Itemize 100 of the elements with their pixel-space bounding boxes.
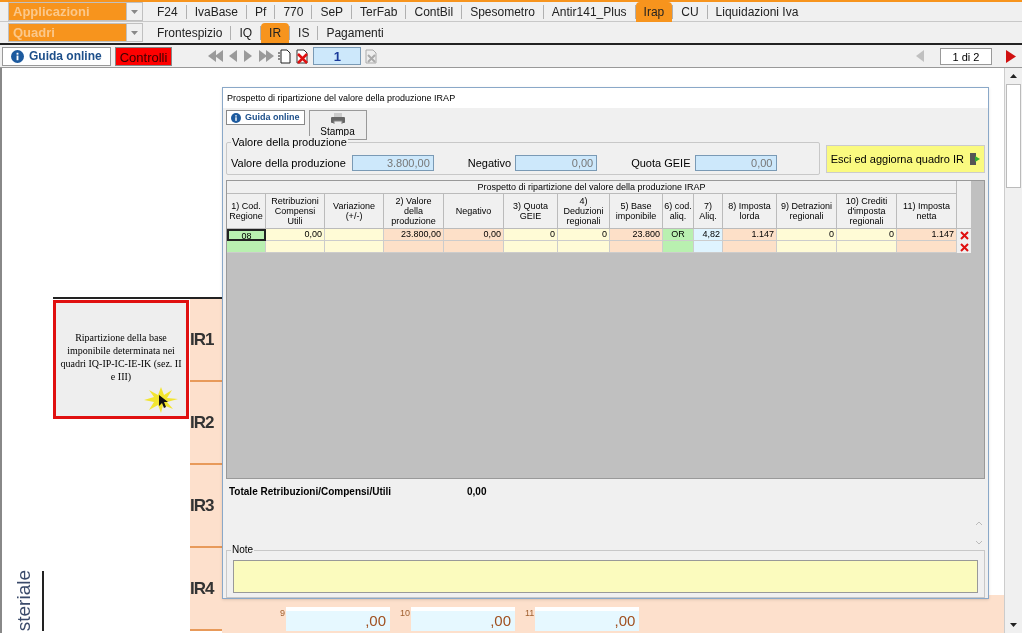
table-cell[interactable] [384,241,444,253]
delete-page-icon[interactable] [295,48,311,64]
column-header: 3) Quota GEIE [504,194,558,229]
help-button[interactable]: Guida online [2,46,111,66]
table-cell[interactable]: 0 [837,229,897,241]
tab[interactable]: 770 [275,1,312,22]
table-cell[interactable] [837,241,897,253]
table-cell[interactable]: 1.147 [897,229,957,241]
info-icon [11,49,24,63]
table-cell[interactable]: OR [663,229,694,241]
column-header: 5) Base imponibile [610,194,663,229]
value-field[interactable]: 0,00 [694,154,777,171]
amount-field[interactable]: ,00 [411,607,516,631]
table-cell[interactable]: 0 [504,229,558,241]
table-cell[interactable] [777,241,837,253]
column-header: 7) Aliq. [694,194,723,229]
tooltip: Ripartizione della base imponibile determinata nei quadri IQ-IP-IC-IE-IK (sez. II e III) [53,300,189,419]
scroll-thumb[interactable] [1006,84,1021,188]
delete-icon[interactable] [959,230,969,240]
table-cell[interactable]: 0,00 [444,229,504,241]
exit-icon [969,153,980,165]
tab[interactable]: ContBil [406,1,462,22]
table-cell[interactable]: 0,00 [266,229,325,241]
previous-icon[interactable] [227,49,240,63]
help-button[interactable]: Guida online [226,110,305,125]
tab[interactable]: SeP [312,1,352,22]
tab[interactable]: Pf [247,1,275,22]
table-cell[interactable]: 0 [777,229,837,241]
table-cell[interactable]: 0 [558,229,610,241]
field-number: 10 [400,607,411,620]
next-icon[interactable] [1004,48,1018,64]
tab[interactable]: Antir141_Plus [543,1,635,22]
table-cell[interactable] [723,241,777,253]
table-cell[interactable] [558,241,610,253]
amount-field[interactable]: ,00 [535,607,640,631]
table-cell[interactable] [266,241,325,253]
table-cell[interactable]: 23.800 [610,229,663,241]
controls-button[interactable]: Controlli [114,46,173,66]
column-header: 11) Imposta netta [897,194,957,229]
row-label: IR2 [190,411,214,434]
amount-field[interactable]: ,00 [286,607,390,631]
tab[interactable]: IQ [231,22,261,43]
table-cell[interactable] [504,241,558,253]
field-label: Valore della produzione [231,155,346,171]
column-header: 10) Crediti d'imposta regionali [837,194,897,229]
row-label: IR3 [190,494,214,517]
tab[interactable]: Liquidazioni Iva [707,1,807,22]
field-label: Negativo [467,155,512,171]
field-number: 11 [525,607,535,620]
tab[interactable]: CU [673,1,707,22]
table-cell[interactable] [325,229,384,241]
new-page-icon[interactable] [278,48,293,64]
vertical-label: steriale [12,569,35,631]
caret-icon [131,9,138,14]
caret-icon [131,30,138,35]
delete-icon[interactable] [959,242,969,252]
column-header: 9) Detrazioni regionali [777,194,837,229]
total-label: Totale Retribuzioni/Compensi/Utili [229,485,393,500]
printer-icon [330,113,345,124]
table-cell[interactable] [610,241,663,253]
tab[interactable]: IR [261,22,290,43]
down-arrow-icon [1010,623,1017,627]
previous-icon[interactable] [914,49,926,63]
tab[interactable]: Frontespizio [149,22,231,43]
info-icon [231,112,241,123]
table-cell[interactable] [694,241,723,253]
table-cell[interactable] [663,241,694,253]
table-cell[interactable] [227,241,266,253]
table-cell[interactable] [444,241,504,253]
tab[interactable]: Spesometro [462,1,543,22]
field-number: 9 [280,607,285,620]
tab[interactable]: Pagamenti [318,22,392,43]
exit-update-button[interactable]: Esci ed aggiorna quadro IR [825,145,985,173]
column-header: 6) cod. aliq. [663,194,694,229]
tab[interactable]: TerFab [352,1,406,22]
column-header: Retribuzioni Compensi Utili [266,194,325,229]
page-number-field[interactable]: 1 [313,47,362,65]
page-indicator: 1 di 2 [940,47,992,65]
first-page-icon[interactable] [206,49,225,63]
row-label: IR4 [190,577,214,600]
column-header: Negativo [444,194,504,229]
total-value: 0,00 [467,485,487,500]
table-cell[interactable]: 4,82 [694,229,723,241]
value-field[interactable]: 3.800,00 [351,154,434,171]
table-cell[interactable]: 1.147 [723,229,777,241]
column-header: Variazione (+/-) [325,194,384,229]
tab[interactable]: IS [290,22,318,43]
tab[interactable]: F24 [149,1,186,22]
cursor-icon [144,387,178,413]
table-cell[interactable] [897,241,957,253]
disabled-page-icon [364,48,380,64]
column-header: 1) Cod. Regione [227,194,266,229]
table-cell[interactable]: 08 [227,229,266,241]
note-field[interactable] [233,560,978,594]
table-cell[interactable]: 23.800,00 [384,229,444,241]
table-cell[interactable] [325,241,384,253]
column-header: 4) Deduzioni regionali [558,194,610,229]
tab[interactable]: IvaBase [186,1,247,22]
value-field[interactable]: 0,00 [515,154,598,171]
dialog-title: Prospetto di ripartizione del valore della produzione IRAP [223,88,988,108]
